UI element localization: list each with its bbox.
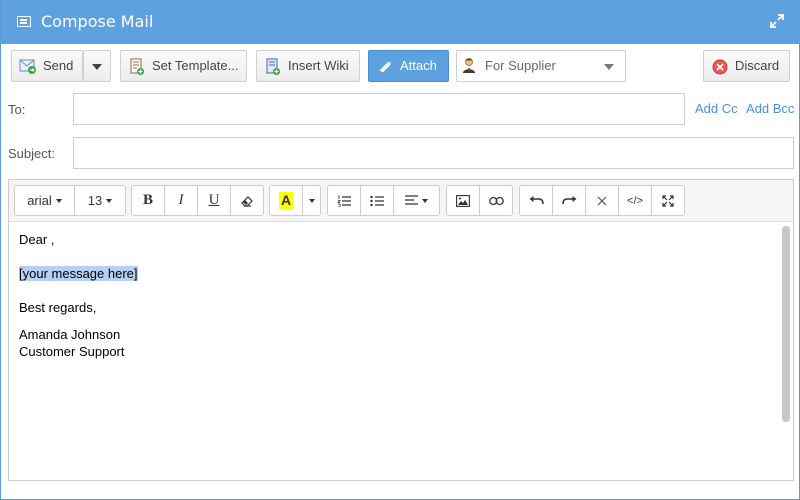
insert-wiki-label: Insert Wiki	[288, 58, 349, 73]
align-select[interactable]	[394, 186, 439, 215]
discard-icon	[712, 59, 728, 75]
clear-format-button[interactable]	[231, 186, 263, 215]
align-left-icon	[405, 195, 418, 205]
signature-name-line: Amanda Johnson	[19, 327, 121, 342]
insert-link-button[interactable]	[480, 186, 512, 215]
subject-label: Subject:	[8, 146, 55, 161]
italic-icon: I	[178, 192, 184, 208]
window-title: Compose Mail	[41, 12, 154, 31]
chevron-down-icon	[92, 64, 102, 70]
closing-line: Best regards,	[19, 300, 97, 315]
to-input[interactable]	[73, 93, 685, 125]
underline-button[interactable]: U	[198, 186, 231, 215]
expand-icon[interactable]	[769, 13, 785, 29]
bold-icon: B	[142, 192, 153, 208]
undo-icon	[529, 195, 544, 204]
paragraph-group	[327, 185, 440, 216]
redo-icon	[561, 195, 576, 204]
attach-label: Attach	[400, 58, 437, 73]
code-view-button[interactable]: </>	[619, 186, 652, 215]
message-editor: arial 13 B I U A </> Dear , [your messag…	[8, 179, 794, 481]
supplier-person-icon	[463, 58, 475, 73]
color-group: A	[269, 185, 321, 216]
editor-toolbar: arial 13 B I U A </>	[9, 180, 793, 222]
insert-wiki-button[interactable]: Insert Wiki	[256, 50, 360, 82]
font-size-select[interactable]: 13	[75, 186, 125, 215]
signature-team-line: Customer Support	[19, 344, 125, 359]
set-template-button[interactable]: Set Template...	[120, 50, 247, 82]
code-icon: </>	[627, 194, 643, 207]
ordered-list-button[interactable]	[328, 186, 361, 215]
discard-label: Discard	[735, 58, 780, 73]
font-family-value: arial	[27, 193, 52, 208]
send-label: Send	[43, 58, 74, 73]
font-color-dropdown[interactable]	[303, 186, 320, 215]
font-color-swatch-icon: A	[278, 192, 294, 209]
unordered-list-icon	[370, 195, 384, 206]
caret-down-icon	[55, 198, 62, 203]
insert-group	[446, 185, 513, 216]
font-size-value: 13	[87, 193, 103, 208]
eraser-icon	[241, 195, 253, 207]
font-family-select[interactable]: arial	[15, 186, 75, 215]
set-template-label: Set Template...	[152, 58, 239, 73]
misc-group: </>	[519, 185, 685, 216]
style-group: B I U	[131, 185, 264, 216]
close-icon	[597, 196, 607, 205]
insert-image-button[interactable]	[447, 186, 480, 215]
unordered-list-button[interactable]	[361, 186, 394, 215]
caret-down-icon	[422, 198, 428, 203]
remove-format-button[interactable]	[586, 186, 619, 215]
fullscreen-button[interactable]	[652, 186, 684, 215]
attach-button[interactable]: Attach	[368, 50, 449, 82]
paperclip-icon	[379, 61, 391, 73]
greeting-line: Dear ,	[19, 232, 55, 247]
image-icon	[456, 194, 470, 207]
caret-down-icon	[308, 198, 315, 203]
selected-placeholder-text: [your message here]	[19, 266, 138, 281]
title-bar: Compose Mail	[1, 0, 800, 44]
to-label: To:	[8, 102, 26, 117]
chevron-down-icon	[604, 64, 614, 70]
font-group: arial 13	[14, 185, 126, 216]
add-cc-link[interactable]: Add Cc	[695, 101, 738, 116]
redo-button[interactable]	[553, 186, 586, 215]
font-color-button[interactable]: A	[270, 186, 303, 215]
discard-button[interactable]: Discard	[703, 50, 790, 82]
subject-input[interactable]	[73, 137, 794, 169]
add-bcc-link[interactable]: Add Bcc	[746, 101, 794, 116]
link-icon	[488, 196, 504, 205]
editor-scrollbar-thumb[interactable]	[782, 226, 790, 422]
send-options-dropdown[interactable]	[83, 50, 111, 82]
placeholder-line: [your message here]	[19, 266, 138, 281]
compose-mail-window: Compose Mail Send Set Template... Insert…	[0, 0, 800, 500]
underline-icon: U	[208, 192, 220, 208]
recipient-type-select[interactable]: For Supplier	[456, 50, 626, 82]
compose-icon	[17, 16, 31, 27]
italic-button[interactable]: I	[165, 186, 198, 215]
bold-button[interactable]: B	[132, 186, 165, 215]
caret-down-icon	[106, 198, 113, 203]
send-button[interactable]: Send	[11, 50, 83, 82]
ordered-list-icon	[337, 195, 351, 207]
recipient-type-value: For Supplier	[485, 58, 556, 73]
undo-button[interactable]	[520, 186, 553, 215]
wiki-icon	[266, 58, 280, 75]
template-icon	[130, 58, 144, 75]
fullscreen-icon	[662, 194, 674, 207]
send-icon	[19, 59, 36, 74]
editor-scrollbar[interactable]	[781, 224, 791, 480]
